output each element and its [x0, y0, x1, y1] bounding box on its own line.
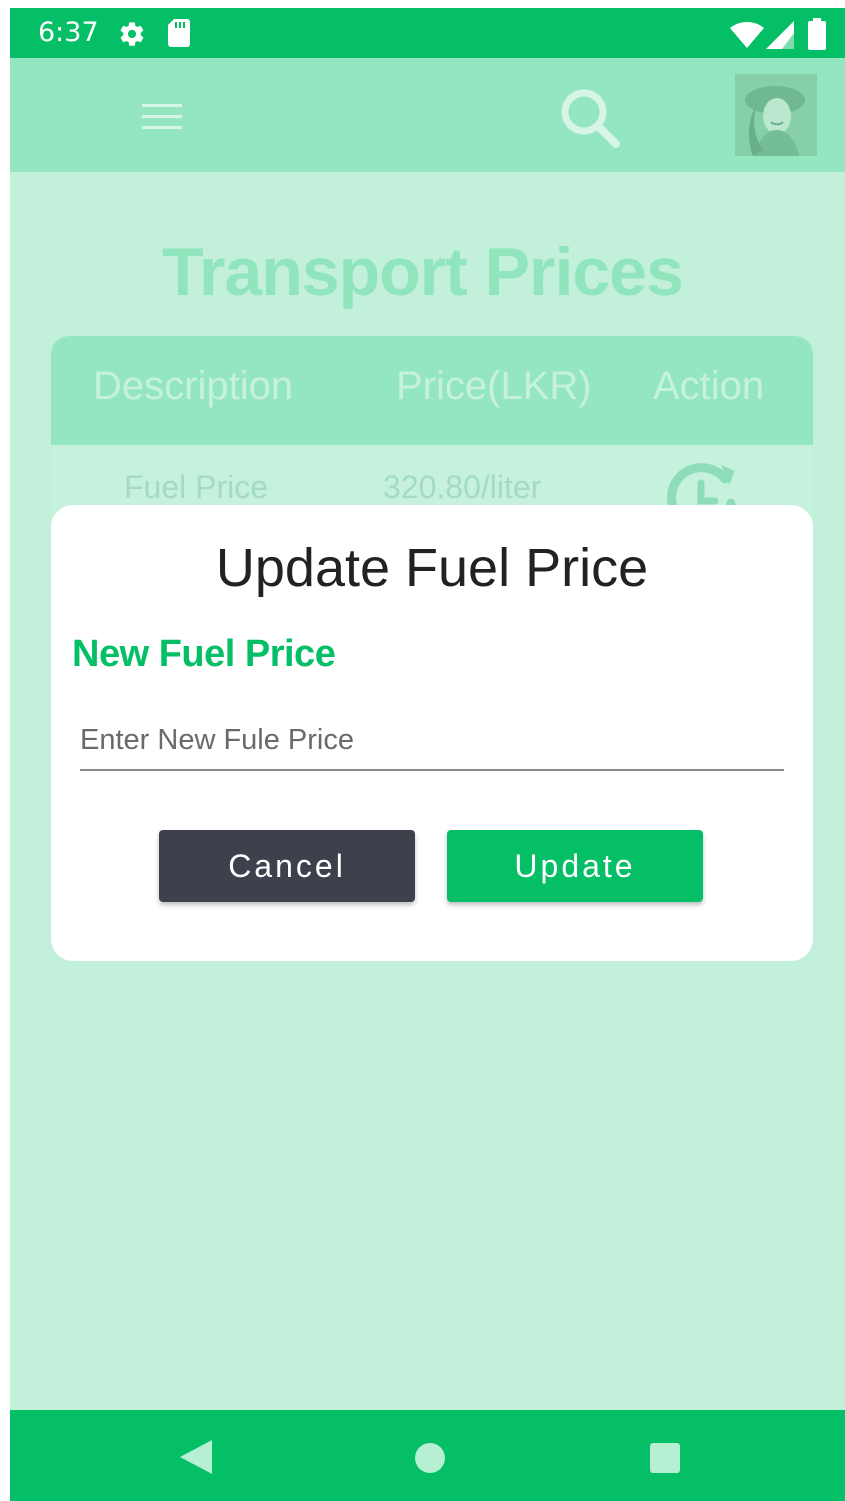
price-table: Description Price(LKR) Action Fuel Price…	[51, 336, 813, 526]
column-header-action: Action	[653, 364, 765, 408]
sd-card-icon	[168, 19, 190, 52]
table-header-row: Description Price(LKR) Action	[51, 336, 813, 445]
page-title: Transport Prices	[162, 234, 684, 310]
dialog-title: Update Fuel Price	[215, 538, 649, 598]
search-icon[interactable]	[558, 86, 622, 155]
row-description: Fuel Price	[124, 469, 269, 505]
signal-icon	[766, 21, 794, 54]
column-header-description: Description	[93, 364, 294, 408]
battery-icon	[808, 18, 826, 55]
column-header-price: Price(LKR)	[396, 364, 592, 408]
new-price-input[interactable]	[80, 717, 784, 771]
status-time: 6:37	[38, 17, 99, 48]
status-bar: 6:37	[10, 8, 845, 58]
navigation-bar	[10, 1410, 845, 1501]
recents-icon[interactable]	[650, 1443, 680, 1478]
row-price: 320.80/liter	[383, 469, 542, 505]
update-button[interactable]: Update	[447, 830, 703, 902]
update-price-dialog: Update Fuel Price New Fuel Price Cancel …	[51, 505, 813, 961]
gear-icon	[118, 20, 146, 53]
wifi-icon	[730, 22, 764, 53]
avatar[interactable]	[735, 74, 817, 156]
new-price-label: New Fuel Price	[72, 633, 336, 675]
cancel-button[interactable]: Cancel	[159, 830, 415, 902]
home-icon[interactable]	[415, 1443, 445, 1478]
back-icon[interactable]	[180, 1440, 212, 1479]
menu-icon[interactable]	[142, 104, 182, 135]
app-header	[10, 58, 845, 172]
device-screen: 6:37 Transport Prices Description Price(…	[10, 8, 845, 1501]
